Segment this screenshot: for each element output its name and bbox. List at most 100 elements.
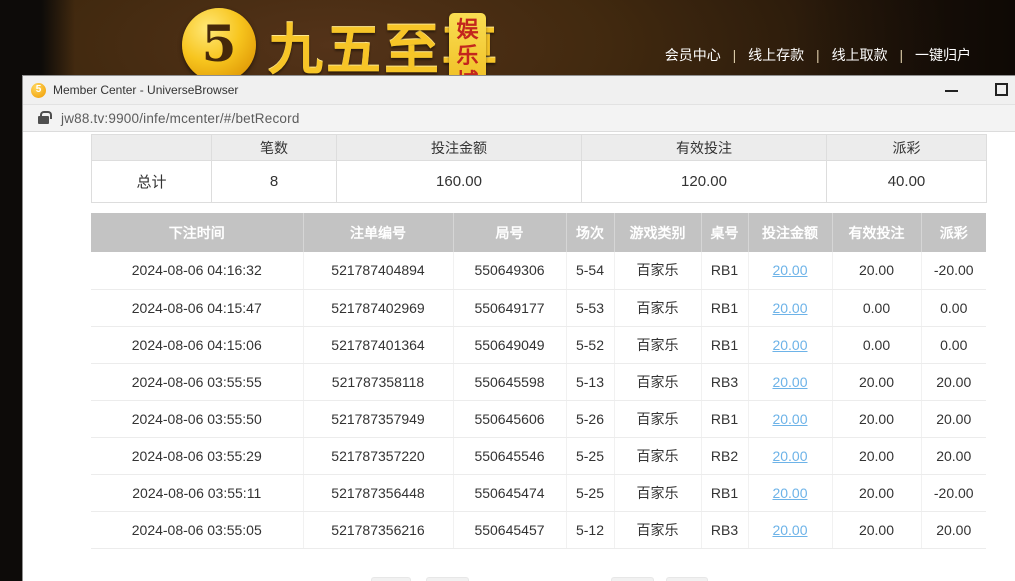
nav-member-center[interactable]: 会员中心 (665, 47, 721, 63)
brand-logo-icon: 5 (182, 8, 256, 82)
browser-window: 5 Member Center - UniverseBrowser jw88.t… (22, 75, 1015, 581)
table-row: 2024-08-06 03:55:50 521787357949 5506456… (91, 400, 986, 437)
payout-cell: 20.00 (921, 511, 986, 548)
bet-time-cell: 2024-08-06 03:55:11 (91, 474, 303, 511)
nav-online-deposit[interactable]: 线上存款 (748, 47, 804, 63)
payout-cell: 0.00 (921, 289, 986, 326)
session-cell: 5-13 (566, 363, 614, 400)
bet-record-table: 下注时间 注单编号 局号 场次 游戏类别 桌号 投注金额 有效投注 派彩 202… (91, 213, 986, 549)
table-no-cell: RB1 (701, 252, 748, 289)
summary-header-row: 笔数 投注金额 有效投注 派彩 (92, 135, 987, 161)
round-id-cell: 550649049 (453, 326, 566, 363)
header-bet-amount: 投注金额 (748, 213, 832, 252)
payout-cell: 20.00 (921, 400, 986, 437)
pagination-button[interactable] (426, 577, 469, 581)
bet-id-cell: 521787356448 (303, 474, 453, 511)
round-id-cell: 550649177 (453, 289, 566, 326)
session-cell: 5-52 (566, 326, 614, 363)
nav-one-key-transfer[interactable]: 一键归户 (915, 47, 971, 63)
round-id-cell: 550645474 (453, 474, 566, 511)
table-no-cell: RB1 (701, 289, 748, 326)
nav-separator: | (733, 47, 737, 63)
bet-amount-link[interactable]: 20.00 (772, 411, 807, 427)
game-type-cell: 百家乐 (614, 289, 701, 326)
table-row: 2024-08-06 03:55:55 521787358118 5506455… (91, 363, 986, 400)
pagination-button[interactable] (611, 577, 654, 581)
payout-cell: 20.00 (921, 437, 986, 474)
valid-bet-cell: 0.00 (832, 326, 921, 363)
bet-time-cell: 2024-08-06 04:15:47 (91, 289, 303, 326)
table-row: 2024-08-06 04:16:32 521787404894 5506493… (91, 252, 986, 289)
header-game-type: 游戏类别 (614, 213, 701, 252)
summary-header-valid-bet: 有效投注 (582, 135, 827, 161)
bet-amount-link[interactable]: 20.00 (772, 485, 807, 501)
nav-online-withdraw[interactable]: 线上取款 (832, 47, 888, 63)
summary-header-count: 笔数 (212, 135, 337, 161)
valid-bet-cell: 20.00 (832, 400, 921, 437)
summary-table: 笔数 投注金额 有效投注 派彩 总计 8 160.00 120.00 40.00 (91, 134, 987, 203)
bet-amount-cell: 20.00 (748, 363, 832, 400)
bet-id-cell: 521787356216 (303, 511, 453, 548)
page-content: 笔数 投注金额 有效投注 派彩 总计 8 160.00 120.00 40.00 (23, 132, 1015, 581)
bet-amount-cell: 20.00 (748, 252, 832, 289)
header-table-no: 桌号 (701, 213, 748, 252)
logo-glyph: 5 (202, 19, 237, 69)
bet-id-cell: 521787402969 (303, 289, 453, 326)
url-text[interactable]: jw88.tv:9900/infe/mcenter/#/betRecord (61, 111, 300, 126)
bet-time-cell: 2024-08-06 03:55:50 (91, 400, 303, 437)
bet-amount-link[interactable]: 20.00 (772, 522, 807, 538)
valid-bet-cell: 20.00 (832, 474, 921, 511)
bet-id-cell: 521787404894 (303, 252, 453, 289)
round-id-cell: 550645457 (453, 511, 566, 548)
valid-bet-cell: 20.00 (832, 437, 921, 474)
bet-amount-cell: 20.00 (748, 474, 832, 511)
bet-amount-cell: 20.00 (748, 326, 832, 363)
bet-amount-link[interactable]: 20.00 (772, 300, 807, 316)
game-type-cell: 百家乐 (614, 511, 701, 548)
header-payout: 派彩 (921, 213, 986, 252)
summary-header-blank (92, 135, 212, 161)
nav-separator: | (899, 47, 903, 63)
bet-amount-link[interactable]: 20.00 (772, 448, 807, 464)
bet-amount-link[interactable]: 20.00 (772, 337, 807, 353)
bet-time-cell: 2024-08-06 04:16:32 (91, 252, 303, 289)
game-type-cell: 百家乐 (614, 474, 701, 511)
payout-cell: 0.00 (921, 326, 986, 363)
pagination-button[interactable] (666, 577, 708, 581)
table-no-cell: RB3 (701, 511, 748, 548)
maximize-button[interactable] (995, 83, 1008, 96)
bet-time-cell: 2024-08-06 03:55:29 (91, 437, 303, 474)
site-nav: 会员中心 | 线上存款 | 线上取款 | 一键归户 (665, 45, 971, 65)
table-row: 2024-08-06 04:15:47 521787402969 5506491… (91, 289, 986, 326)
nav-separator: | (816, 47, 820, 63)
address-bar[interactable]: jw88.tv:9900/infe/mcenter/#/betRecord (23, 104, 1015, 132)
bet-table-header-row: 下注时间 注单编号 局号 场次 游戏类别 桌号 投注金额 有效投注 派彩 (91, 213, 986, 252)
pagination-button[interactable] (371, 577, 411, 581)
minimize-button[interactable] (945, 90, 958, 92)
payout-cell: -20.00 (921, 252, 986, 289)
header-round-id: 局号 (453, 213, 566, 252)
bet-amount-link[interactable]: 20.00 (772, 374, 807, 390)
valid-bet-cell: 20.00 (832, 252, 921, 289)
window-titlebar[interactable]: 5 Member Center - UniverseBrowser (23, 76, 1015, 104)
valid-bet-cell: 20.00 (832, 363, 921, 400)
table-row: 2024-08-06 03:55:05 521787356216 5506454… (91, 511, 986, 548)
round-id-cell: 550649306 (453, 252, 566, 289)
session-cell: 5-53 (566, 289, 614, 326)
round-id-cell: 550645606 (453, 400, 566, 437)
round-id-cell: 550645598 (453, 363, 566, 400)
summary-header-payout: 派彩 (827, 135, 987, 161)
payout-cell: -20.00 (921, 474, 986, 511)
bet-time-cell: 2024-08-06 03:55:05 (91, 511, 303, 548)
game-type-cell: 百家乐 (614, 437, 701, 474)
bet-amount-cell: 20.00 (748, 437, 832, 474)
bet-id-cell: 521787357220 (303, 437, 453, 474)
bet-amount-link[interactable]: 20.00 (772, 262, 807, 278)
table-no-cell: RB1 (701, 400, 748, 437)
badge-char: 乐 (456, 43, 478, 69)
header-bet-time: 下注时间 (91, 213, 303, 252)
bet-id-cell: 521787358118 (303, 363, 453, 400)
round-id-cell: 550645546 (453, 437, 566, 474)
table-row: 2024-08-06 04:15:06 521787401364 5506490… (91, 326, 986, 363)
header-left-shade (0, 0, 75, 75)
